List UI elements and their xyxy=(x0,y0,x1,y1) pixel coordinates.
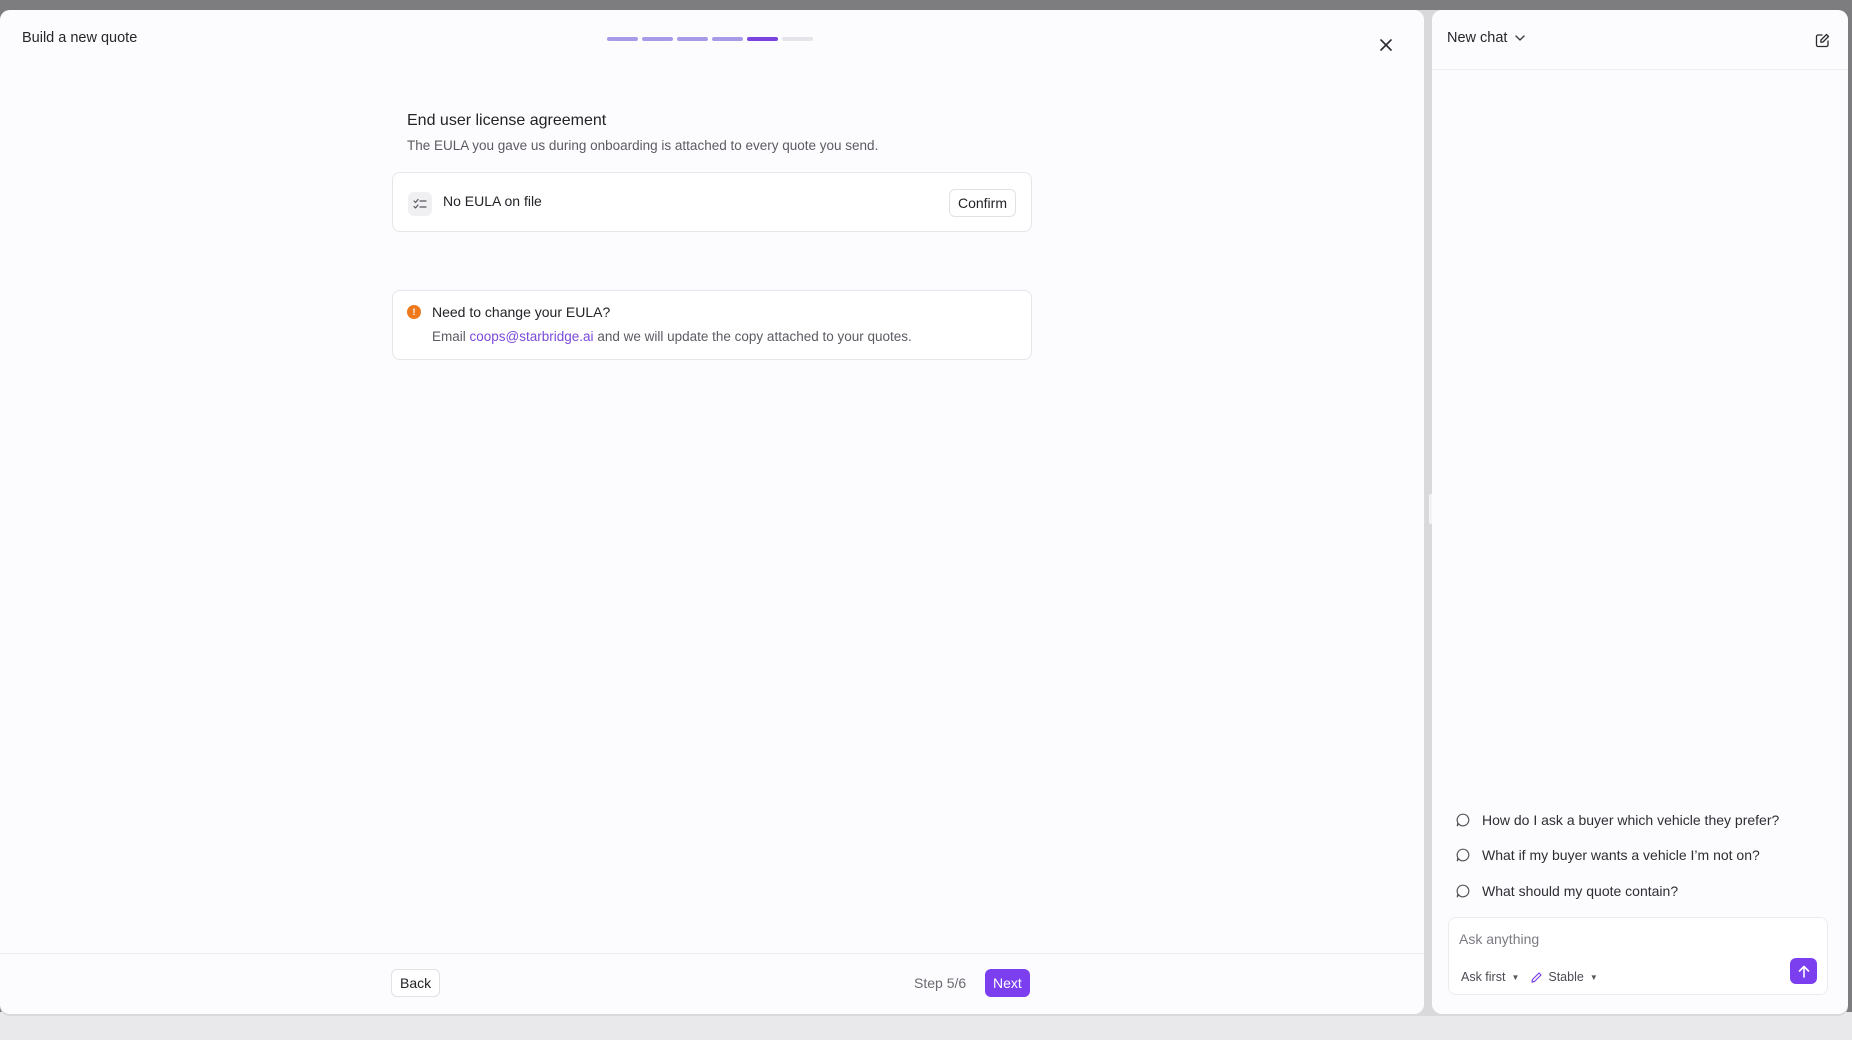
eula-status-card: No EULA on file Confirm xyxy=(392,172,1032,232)
chat-title: New chat xyxy=(1447,30,1508,46)
suggested-prompts: How do I ask a buyer which vehicle they … xyxy=(1456,802,1836,909)
back-button[interactable]: Back xyxy=(391,969,441,997)
suggestion-item[interactable]: What should my quote contain? xyxy=(1456,873,1836,909)
wizard-footer: Back Step 5/6 Next xyxy=(0,953,1424,1014)
support-email-link[interactable]: coops@starbridge.ai xyxy=(470,329,594,344)
model-label: Stable xyxy=(1548,970,1584,984)
step-indicator: Step 5/6 xyxy=(914,975,967,991)
note-body: Email coops@starbridge.ai and we will up… xyxy=(432,329,912,344)
suggestion-item[interactable]: How do I ask a buyer which vehicle they … xyxy=(1456,802,1836,838)
suggestion-item[interactable]: What if my buyer wants a vehicle I’m not… xyxy=(1456,838,1836,874)
progress-segment-3 xyxy=(677,37,708,41)
eula-status-text: No EULA on file xyxy=(443,193,542,209)
step-progress-bar xyxy=(607,37,813,41)
progress-segment-6 xyxy=(782,37,813,41)
close-icon xyxy=(1380,39,1392,51)
info-icon: ! xyxy=(407,305,421,319)
chat-bubble-icon xyxy=(1456,813,1470,827)
change-eula-note: ! Need to change your EULA? Email coops@… xyxy=(392,290,1032,360)
new-chat-button[interactable] xyxy=(1812,30,1832,50)
chat-panel: New chat How do I ask a buyer which vehi… xyxy=(1432,10,1848,1014)
note-title: Need to change your EULA? xyxy=(432,304,611,320)
section-title: End user license agreement xyxy=(407,112,607,129)
suggestion-text: How do I ask a buyer which vehicle they … xyxy=(1482,811,1780,828)
chat-selector-button[interactable]: New chat xyxy=(1447,30,1526,46)
caret-down-icon: ▼ xyxy=(1589,972,1598,982)
composer-options: Ask first ▼ Stable ▼ xyxy=(1461,970,1598,984)
send-button[interactable] xyxy=(1790,958,1817,984)
suggestion-text: What if my buyer wants a vehicle I’m not… xyxy=(1482,847,1760,864)
chat-bubble-icon xyxy=(1456,848,1470,862)
progress-segment-5 xyxy=(747,37,778,41)
progress-segment-2 xyxy=(642,37,673,41)
pen-icon xyxy=(1531,971,1542,983)
confirm-button[interactable]: Confirm xyxy=(948,189,1016,217)
compose-icon xyxy=(1815,33,1829,47)
next-button[interactable]: Next xyxy=(985,969,1030,997)
wizard-title: Build a new quote xyxy=(22,30,138,46)
progress-segment-4 xyxy=(712,37,743,41)
close-button[interactable] xyxy=(1375,34,1397,56)
wizard-header: Build a new quote xyxy=(0,10,1424,68)
caret-down-icon: ▼ xyxy=(1511,972,1520,982)
quote-wizard-panel: Build a new quote End user license agree… xyxy=(0,10,1424,1014)
checklist-icon xyxy=(408,192,432,216)
chat-header: New chat xyxy=(1432,10,1848,70)
note-body-prefix: Email xyxy=(432,329,466,344)
section-subtitle: The EULA you gave us during onboarding i… xyxy=(407,138,879,153)
progress-segment-1 xyxy=(607,37,638,41)
model-select[interactable]: Stable ▼ xyxy=(1531,970,1598,984)
arrow-up-icon xyxy=(1798,965,1809,978)
chat-bubble-icon xyxy=(1456,884,1470,898)
chevron-down-icon xyxy=(1515,35,1526,41)
suggestion-text: What should my quote contain? xyxy=(1482,882,1679,899)
mode-select[interactable]: Ask first ▼ xyxy=(1461,970,1519,984)
note-body-suffix: and we will update the copy attached to … xyxy=(597,329,912,344)
chat-composer: Ask first ▼ Stable ▼ xyxy=(1448,917,1828,995)
mode-label: Ask first xyxy=(1461,970,1506,984)
desktop-backdrop xyxy=(0,1012,1852,1040)
chat-input[interactable] xyxy=(1459,928,1799,950)
